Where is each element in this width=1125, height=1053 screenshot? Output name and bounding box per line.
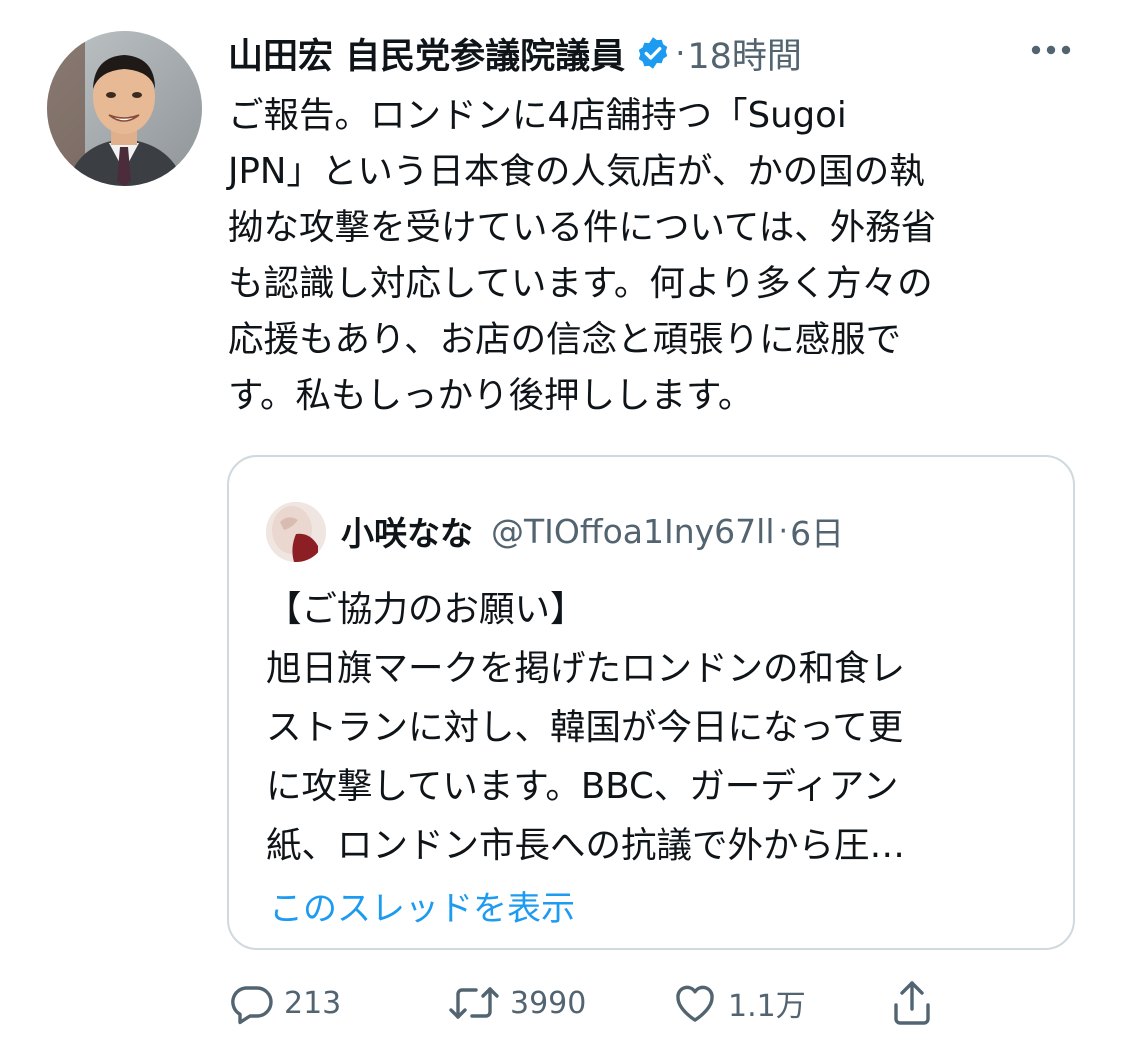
share-button[interactable] [890,975,934,1031]
quoted-author-handle: @TIOffoa1Iny67ll [491,511,775,551]
verified-badge-icon [635,35,671,71]
quoted-tweet-header: 小咲なな @TIOffoa1Iny67ll · 6日 [341,501,844,561]
tweet-text: ご報告。ロンドンに4店舗持つ「Sugoi JPN」という日本食の人気店が、かの国… [228,95,937,416]
retweet-count: 3990 [510,985,587,1021]
author-avatar[interactable] [47,31,202,186]
retweet-icon [449,987,499,1019]
heart-icon [676,985,714,1022]
quoted-timestamp: 6日 [790,514,845,553]
quoted-author-avatar [266,502,326,562]
like-count: 1.1万 [728,989,806,1024]
tweet-timestamp[interactable]: 18時間 [687,28,802,79]
header-separator: · [675,34,686,72]
share-icon [894,981,930,1025]
reply-count: 213 [284,985,342,1021]
tweet-header: 山田宏 自民党参議院議員 · 18時間 [228,26,1088,80]
show-thread-link[interactable]: このスレッドを表示 [269,881,575,930]
quoted-tweet-text: 【ご協力のお願い】 旭日旗マークを掲げたロンドンの和食レ ストランに対し、韓国が… [266,589,906,866]
tweet-actions: 213 3990 1.1万 [228,975,1088,1031]
quoted-tweet-card[interactable]: 小咲なな @TIOffoa1Iny67ll · 6日 【ご協力のお願い】 旭日旗… [227,455,1075,950]
more-options-icon[interactable] [1027,34,1075,66]
quoted-header-separator: · [778,513,789,549]
reply-button[interactable]: 213 [228,975,341,1031]
like-button[interactable]: 1.1万 [670,975,806,1031]
retweet-button[interactable]: 3990 [446,975,586,1031]
author-name[interactable]: 山田宏 自民党参議院議員 [228,28,625,79]
reply-icon [231,986,273,1025]
avatar-photo [47,31,202,186]
quoted-author-name: 小咲なな [341,514,473,553]
quoted-avatar-photo [266,502,326,562]
